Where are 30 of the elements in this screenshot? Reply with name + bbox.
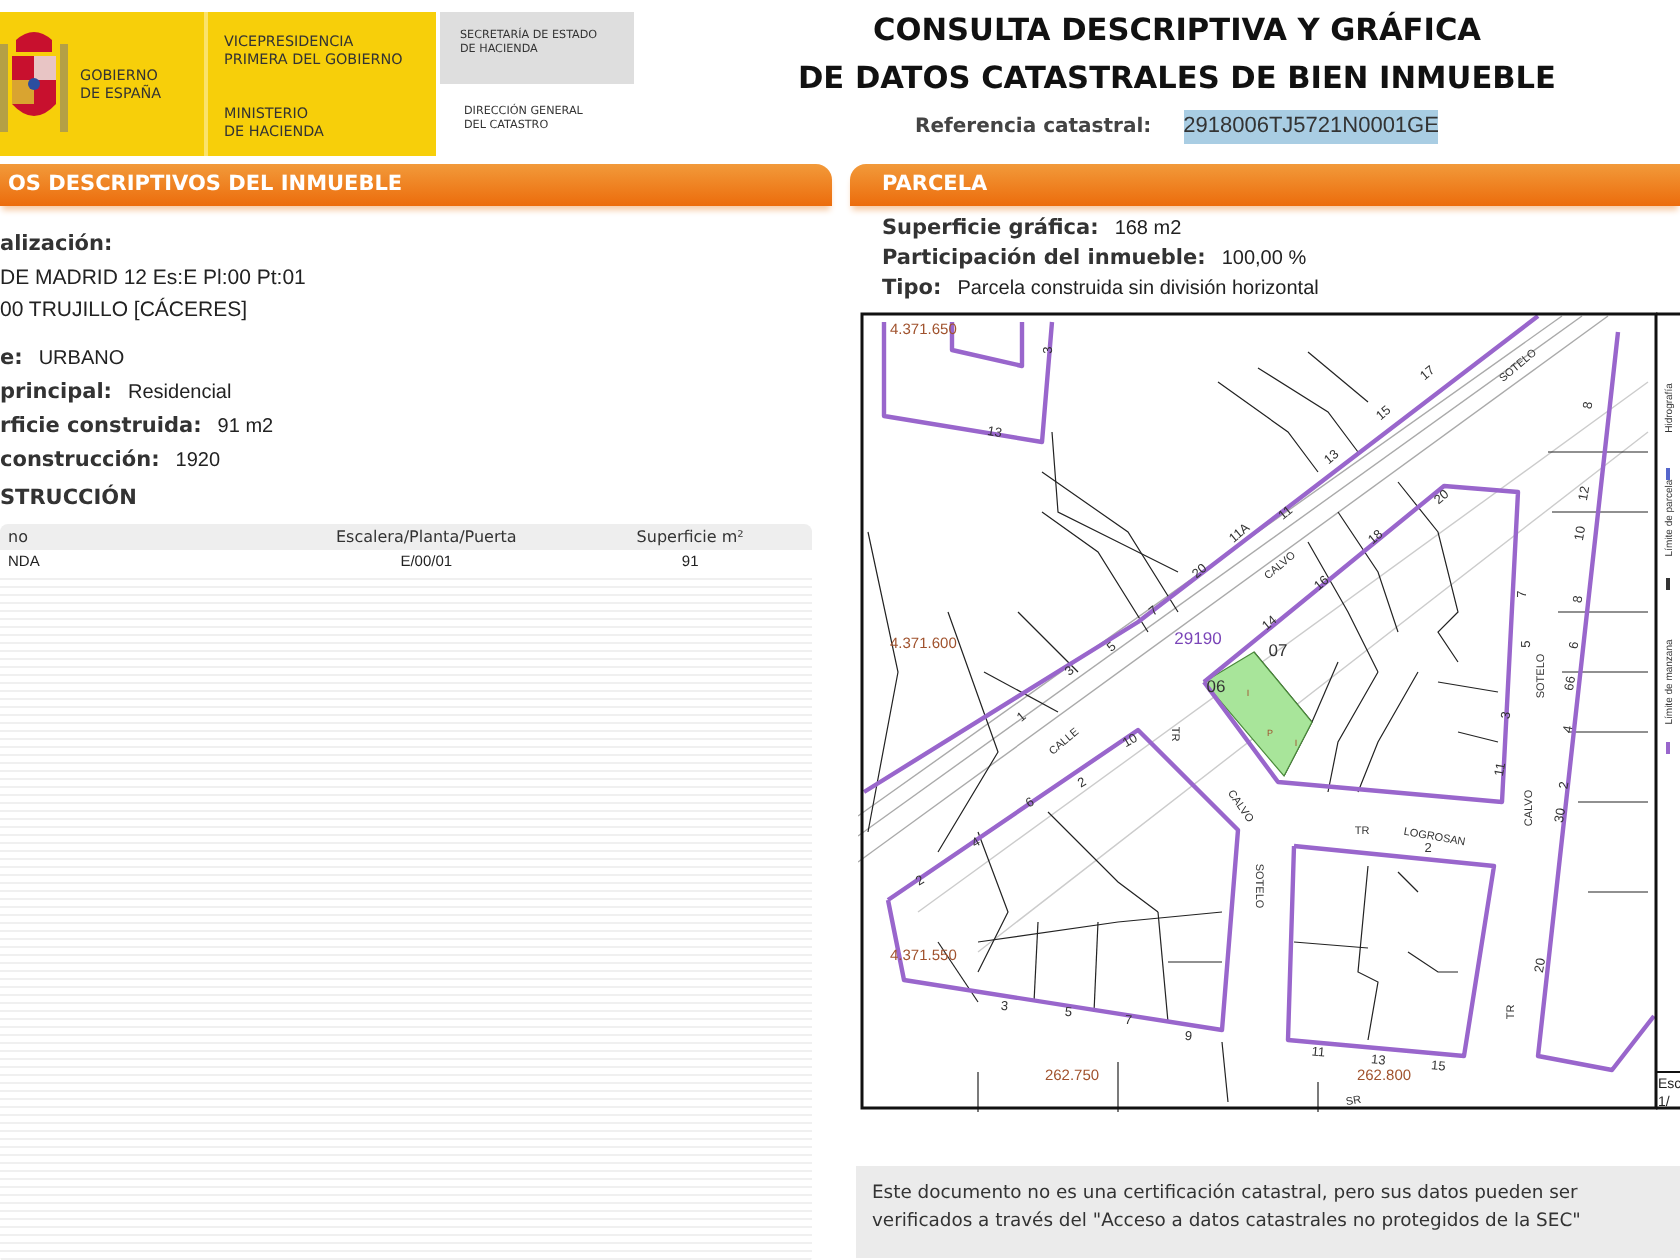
section-header: PARCELA (850, 164, 1680, 206)
field-label: Superficie gráfica: (882, 214, 1099, 244)
document-title: CONSULTA DESCRIPTIVA Y GRÁFICA DE DATOS CATASTRALES DE BIEN INMUEBLE (797, 9, 1556, 100)
field-label: construcción: (0, 445, 160, 476)
parcel-reference: 29190 (1174, 628, 1222, 648)
column-header: Escalera/Planta/Puerta (333, 525, 519, 549)
address-line: 00 TRUJILLO [CÁCERES] (0, 295, 250, 326)
section-title: STRUCCIÓN (0, 483, 139, 514)
field-value: URBANO (38, 345, 125, 374)
field-label: principal: (0, 377, 112, 408)
location-label: alización: (0, 230, 115, 260)
reference-value: 2918006TJ5721N0001GE (1183, 110, 1439, 144)
field-value: 100,00 % (1221, 246, 1307, 274)
section-header: OS DESCRIPTIVOS DEL INMUEBLE (0, 164, 832, 206)
reference-label: Referencia catastral: (915, 114, 1152, 143)
field-label: Tipo: (882, 274, 942, 304)
parcel-number: 07 (1268, 640, 1288, 660)
field-label: Participación del inmueble: (882, 244, 1206, 274)
field-label: rficie construida: (0, 411, 202, 442)
field-value: 168 m2 (1114, 216, 1182, 244)
column-header: Superficie m² (634, 525, 746, 549)
field-label: e: (0, 343, 23, 374)
field-value: 1920 (175, 447, 221, 476)
disclaimer-note: Este documento no es una certificación catastral, pero sus datos pueden ser verificados a través del "Acceso a datos catastrales no protegidos de la SEC" (856, 1166, 1680, 1258)
address-line: DE MADRID 12 Es:E Pl:00 Pt:01 (0, 263, 308, 294)
parcel-number: 06 (1206, 676, 1226, 696)
field-value: Residencial (128, 379, 232, 408)
field-value: Parcela construida sin división horizontal (957, 276, 1319, 304)
column-header: no (6, 525, 30, 549)
field-value: 91 m2 (217, 413, 274, 442)
